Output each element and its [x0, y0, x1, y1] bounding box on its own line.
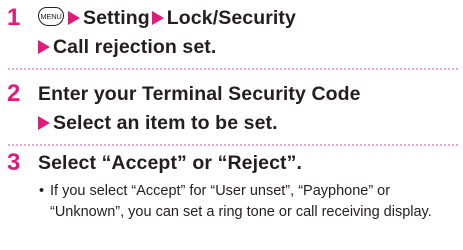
step-3-line-1: Select “Accept” or “Reject”. [38, 152, 302, 174]
divider [8, 144, 458, 146]
step-1-line-1: MENU Setting Lock/Security [38, 7, 296, 29]
step-1-line-2: Call rejection set. [38, 36, 216, 58]
menu-key-icon: MENU [38, 7, 64, 26]
step-2-instruction: Select an item to be set. [53, 112, 278, 134]
right-triangle-icon [68, 11, 80, 25]
menu-item-setting: Setting [83, 7, 150, 29]
step-2-line-2: Select an item to be set. [38, 112, 278, 134]
right-triangle-icon [38, 40, 50, 54]
step-number: 3 [7, 149, 21, 176]
menu-key-label: MENU [40, 12, 62, 21]
divider [8, 68, 458, 70]
note-text: If you select “Accept” for “User unset”,… [50, 183, 432, 220]
bullet: • [39, 183, 45, 199]
step-number: 2 [7, 80, 21, 107]
right-triangle-icon [151, 11, 164, 25]
step-2-line-1: Enter your Terminal Security Code [38, 83, 361, 105]
note: • If you select “Accept” for “User unset… [39, 181, 460, 222]
menu-item-lock-security: Lock/Security [166, 7, 296, 29]
step-number: 1 [7, 4, 21, 31]
menu-item-call-rejection: Call rejection set. [53, 36, 217, 58]
right-triangle-icon [38, 116, 50, 130]
